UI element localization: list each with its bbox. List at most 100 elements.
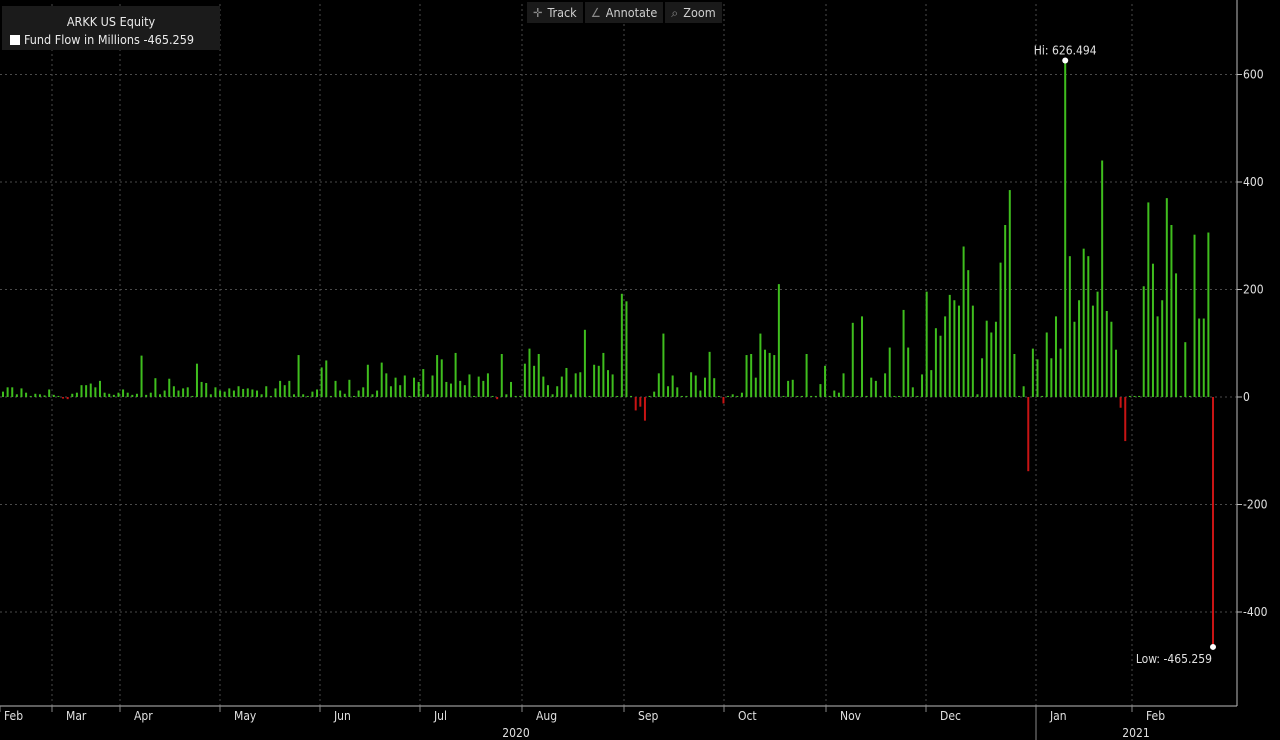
- flow-bar: [939, 335, 942, 397]
- flow-bar: [316, 389, 319, 397]
- flow-bar: [556, 386, 559, 397]
- flow-bar: [1091, 305, 1094, 397]
- flow-bar: [893, 395, 896, 397]
- flow-bar: [376, 390, 379, 397]
- flow-bar: [288, 380, 291, 397]
- y-tick-label: 0: [1243, 390, 1250, 404]
- flow-bar: [671, 375, 674, 397]
- flow-bar: [1161, 300, 1164, 397]
- flow-bar: [219, 390, 222, 397]
- flow-bar: [297, 355, 300, 397]
- flow-bar: [819, 384, 822, 397]
- flow-bar: [269, 395, 272, 397]
- high-marker: [1062, 57, 1069, 64]
- flow-bar: [643, 397, 646, 421]
- legend-box: ARKK US Equity Fund Flow in Millions -46…: [2, 6, 220, 50]
- flow-bar: [186, 387, 189, 397]
- flow-bar: [911, 387, 914, 397]
- flow-bar: [334, 380, 337, 397]
- flow-bar: [325, 360, 328, 397]
- flow-bar: [787, 380, 790, 397]
- x-month-label: Jul: [433, 709, 447, 723]
- flow-bar: [1198, 318, 1201, 397]
- flow-bar: [62, 397, 65, 399]
- flow-bar: [560, 376, 563, 397]
- flow-bar: [874, 380, 877, 397]
- flow-bar: [38, 394, 41, 397]
- flow-bar: [981, 358, 984, 397]
- flow-bar: [85, 385, 88, 397]
- zoom-button[interactable]: ⌕ Zoom: [665, 2, 722, 23]
- flow-bar: [413, 377, 416, 397]
- flow-bar: [1110, 321, 1113, 397]
- x-month-label: Mar: [66, 709, 87, 723]
- flow-bar: [976, 394, 979, 397]
- flow-bar: [159, 394, 162, 397]
- flow-bar: [242, 388, 245, 397]
- flow-bar: [1068, 256, 1071, 397]
- flow-bar: [528, 348, 531, 397]
- flow-bar: [602, 352, 605, 397]
- flow-bar: [814, 395, 817, 397]
- flow-bar: [1059, 348, 1062, 397]
- year-label: 2021: [1122, 726, 1149, 740]
- crosshair-icon: ✛: [533, 5, 543, 20]
- flow-bar: [800, 395, 803, 397]
- flow-bar: [717, 395, 720, 397]
- flow-bar: [897, 395, 900, 397]
- flow-bar: [916, 395, 919, 397]
- flow-bar: [533, 365, 536, 397]
- flow-bar: [357, 390, 360, 397]
- flow-bar: [177, 390, 180, 397]
- flow-bar: [750, 354, 753, 397]
- flow-bar: [1096, 291, 1099, 397]
- flow-bar: [389, 386, 392, 397]
- flow-bar: [930, 370, 933, 397]
- flow-bar: [237, 386, 240, 397]
- y-tick-label: -200: [1243, 498, 1268, 512]
- track-button[interactable]: ✛ Track: [527, 2, 583, 23]
- chart-grid: [0, 4, 1237, 706]
- flow-bar: [634, 397, 637, 411]
- legend-title: ARKK US Equity: [66, 14, 156, 29]
- flow-bar: [796, 395, 799, 397]
- flow-bar: [52, 394, 55, 397]
- flow-bar: [163, 390, 166, 397]
- flow-bar: [1207, 232, 1210, 397]
- flow-bar: [1165, 198, 1168, 397]
- flow-bar: [648, 395, 651, 397]
- flow-bar: [311, 391, 314, 397]
- flow-bar: [1087, 256, 1090, 397]
- flow-bar: [967, 270, 970, 397]
- flow-bar: [745, 355, 748, 397]
- chart-bars: [2, 60, 1214, 647]
- flow-bar: [994, 321, 997, 397]
- flow-bar: [847, 395, 850, 397]
- annotate-button[interactable]: ∠ Annotate: [584, 2, 664, 23]
- y-tick-label: 400: [1243, 175, 1264, 189]
- magnifier-icon: ⌕: [671, 5, 679, 20]
- flow-bar: [1119, 397, 1122, 408]
- flow-bar: [306, 395, 309, 397]
- flow-bar: [399, 385, 402, 397]
- flow-bar: [256, 390, 259, 397]
- flow-bar: [500, 354, 503, 397]
- y-tick-label: 200: [1243, 283, 1264, 297]
- flow-bar: [519, 395, 522, 397]
- flow-bar: [403, 375, 406, 397]
- flow-bar: [1212, 397, 1214, 647]
- flow-bar: [473, 395, 476, 397]
- flow-bar: [274, 388, 277, 397]
- flow-bar: [292, 394, 295, 397]
- flow-bar: [574, 373, 577, 397]
- flow-bar: [514, 395, 517, 397]
- flow-bar: [546, 385, 549, 397]
- flow-bar: [25, 392, 28, 397]
- flow-bar: [182, 388, 185, 397]
- flow-bar: [957, 305, 960, 397]
- flow-bar: [366, 364, 369, 397]
- flow-bar: [98, 380, 101, 397]
- flow-bar: [1064, 60, 1067, 398]
- flow-bar: [200, 381, 203, 397]
- flow-bar: [1193, 234, 1196, 397]
